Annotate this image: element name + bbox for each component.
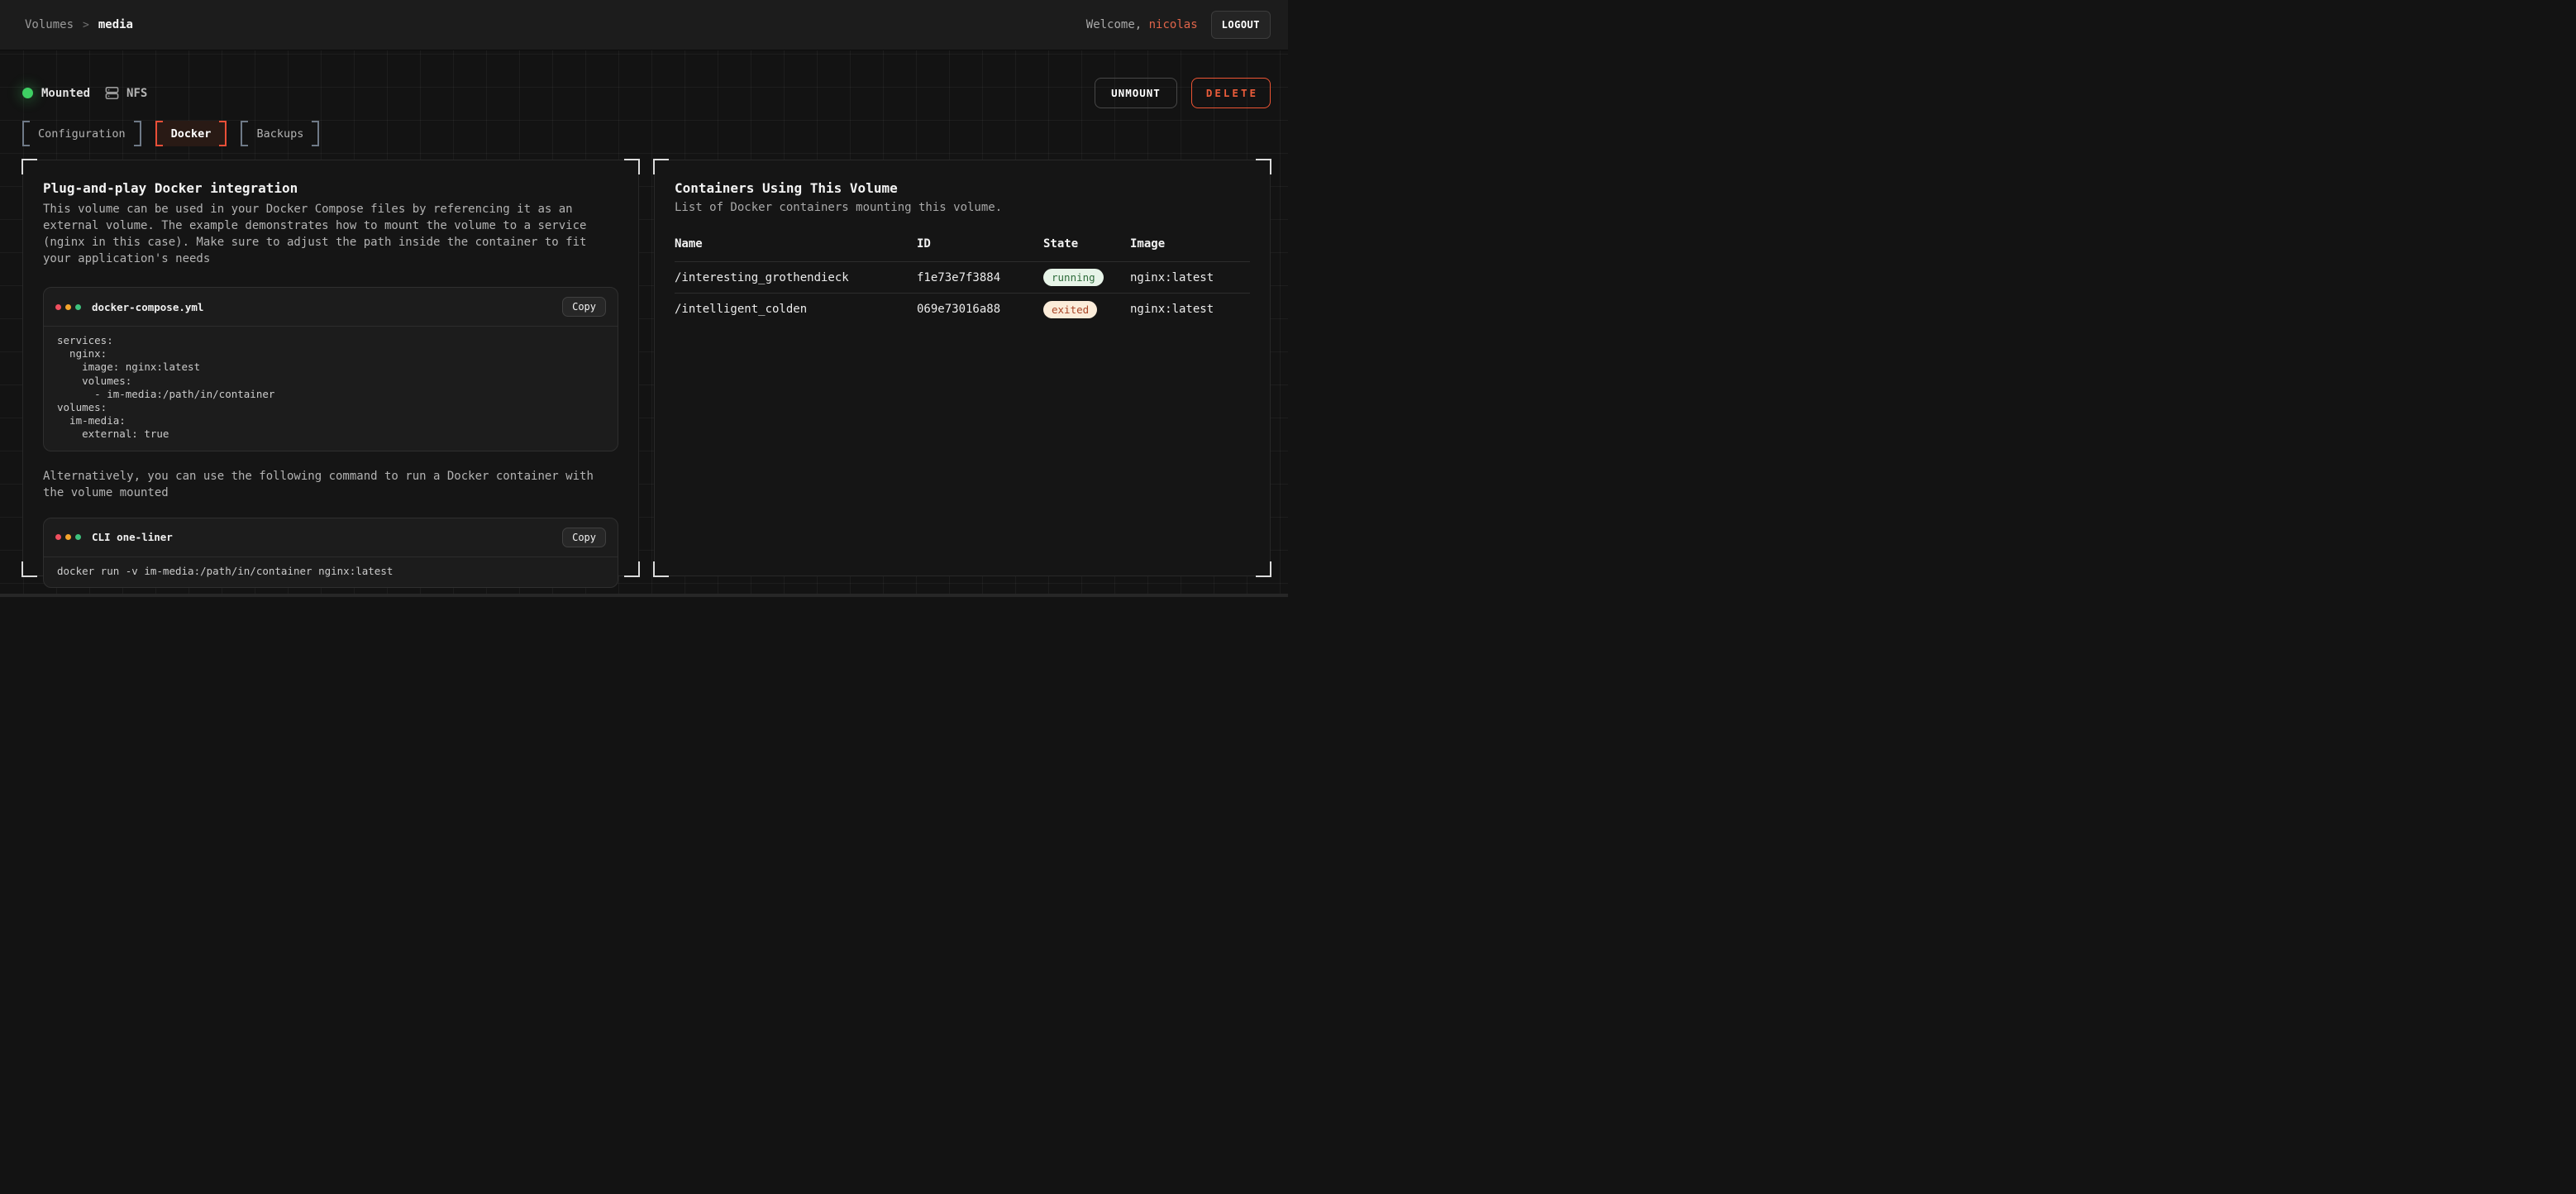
traffic-lights	[55, 304, 81, 310]
panel-corner-bracket	[624, 159, 640, 174]
main-content: Mounted NFS UNMOUNT DELETE Configuration…	[0, 50, 1288, 597]
container-state: running	[1043, 269, 1130, 286]
panel-corner-bracket	[21, 159, 37, 174]
container-state: exited	[1043, 301, 1130, 318]
containers-panel: Containers Using This Volume List of Doc…	[654, 160, 1271, 576]
tab-backups[interactable]: Backups	[241, 121, 319, 146]
mounted-status: Mounted	[22, 87, 90, 100]
panel-corner-bracket	[21, 561, 37, 577]
cli-code-header: CLI one-liner Copy	[44, 518, 618, 557]
panel-corner-bracket	[624, 561, 640, 577]
traffic-light-red-icon	[55, 304, 61, 310]
column-header-state: State	[1043, 237, 1130, 251]
welcome-prefix: Welcome,	[1086, 18, 1149, 31]
status-row: Mounted NFS UNMOUNT DELETE	[22, 50, 1271, 108]
username: nicolas	[1149, 18, 1198, 31]
tab-docker-label: Docker	[163, 127, 220, 141]
breadcrumb-volumes-link[interactable]: Volumes	[25, 18, 74, 31]
panel-corner-bracket	[653, 159, 669, 174]
cli-intro-text: Alternatively, you can use the following…	[43, 468, 618, 501]
traffic-light-green-icon	[75, 534, 81, 540]
docker-integration-panel: Plug-and-play Docker integration This vo…	[22, 160, 639, 576]
traffic-light-red-icon	[55, 534, 61, 540]
compose-code-block: docker-compose.yml Copy services: nginx:…	[43, 287, 618, 451]
compose-filename: docker-compose.yml	[92, 301, 203, 313]
volume-status: Mounted NFS	[22, 85, 147, 101]
compose-copy-button[interactable]: Copy	[562, 297, 606, 317]
cli-code-block: CLI one-liner Copy docker run -v im-medi…	[43, 518, 618, 588]
cli-code-body: docker run -v im-media:/path/in/containe…	[44, 557, 618, 587]
chevron-right-icon: >	[83, 19, 89, 31]
cli-copy-button[interactable]: Copy	[562, 528, 606, 547]
traffic-light-yellow-icon	[65, 534, 71, 540]
breadcrumb-current-volume: media	[98, 18, 133, 31]
column-header-name: Name	[675, 237, 917, 251]
traffic-light-green-icon	[75, 304, 81, 310]
welcome-text: Welcome, nicolas	[1086, 18, 1198, 31]
container-image: nginx:latest	[1130, 303, 1250, 316]
panel-title: Containers Using This Volume	[675, 180, 1250, 196]
compose-code-header: docker-compose.yml Copy	[44, 288, 618, 327]
table-row: /interesting_grothendieck f1e73e7f3884 r…	[675, 262, 1250, 294]
traffic-light-yellow-icon	[65, 304, 71, 310]
fs-type: NFS	[104, 85, 147, 101]
compose-code-text: services: nginx: image: nginx:latest vol…	[57, 334, 604, 442]
mounted-status-dot	[22, 88, 33, 98]
panels-row: Plug-and-play Docker integration This vo…	[22, 160, 1271, 576]
breadcrumb: Volumes > media	[25, 18, 133, 31]
container-image: nginx:latest	[1130, 271, 1250, 284]
tab-configuration-label: Configuration	[30, 127, 134, 141]
cli-block-title: CLI one-liner	[92, 531, 173, 543]
column-header-image: Image	[1130, 237, 1250, 251]
tab-docker[interactable]: Docker	[155, 121, 227, 146]
panel-subtitle: List of Docker containers mounting this …	[675, 201, 1250, 214]
panel-corner-bracket	[653, 561, 669, 577]
fs-type-label: NFS	[126, 87, 147, 100]
compose-code-body: services: nginx: image: nginx:latest vol…	[44, 327, 618, 451]
volume-actions: UNMOUNT DELETE	[1095, 78, 1271, 108]
traffic-lights	[55, 534, 81, 540]
container-id: f1e73e7f3884	[917, 271, 1043, 284]
panel-corner-bracket	[1256, 159, 1271, 174]
bottom-grid-strip	[0, 594, 1288, 597]
topbar-right: Welcome, nicolas LOGOUT	[1086, 11, 1271, 39]
table-row: /intelligent_colden 069e73016a88 exited …	[675, 294, 1250, 325]
table-header-row: Name ID State Image	[675, 237, 1250, 262]
status-badge-exited: exited	[1043, 301, 1097, 318]
unmount-button[interactable]: UNMOUNT	[1095, 78, 1177, 108]
status-badge-running: running	[1043, 269, 1104, 286]
server-icon	[104, 85, 120, 101]
panel-corner-bracket	[1256, 561, 1271, 577]
top-bar: Volumes > media Welcome, nicolas LOGOUT	[0, 0, 1288, 50]
column-header-id: ID	[917, 237, 1043, 251]
container-name: /intelligent_colden	[675, 303, 917, 316]
panel-title: Plug-and-play Docker integration	[43, 180, 618, 196]
containers-table: Name ID State Image /interesting_grothen…	[675, 237, 1250, 325]
cli-code-text: docker run -v im-media:/path/in/containe…	[57, 565, 604, 578]
panel-description: This volume can be used in your Docker C…	[43, 201, 618, 267]
container-name: /interesting_grothendieck	[675, 271, 917, 284]
tab-bar: Configuration Docker Backups	[22, 121, 1271, 146]
delete-button[interactable]: DELETE	[1191, 78, 1271, 108]
mounted-status-label: Mounted	[41, 87, 90, 100]
tab-backups-label: Backups	[248, 127, 312, 141]
tab-configuration[interactable]: Configuration	[22, 121, 141, 146]
container-id: 069e73016a88	[917, 303, 1043, 316]
logout-button[interactable]: LOGOUT	[1211, 11, 1271, 39]
